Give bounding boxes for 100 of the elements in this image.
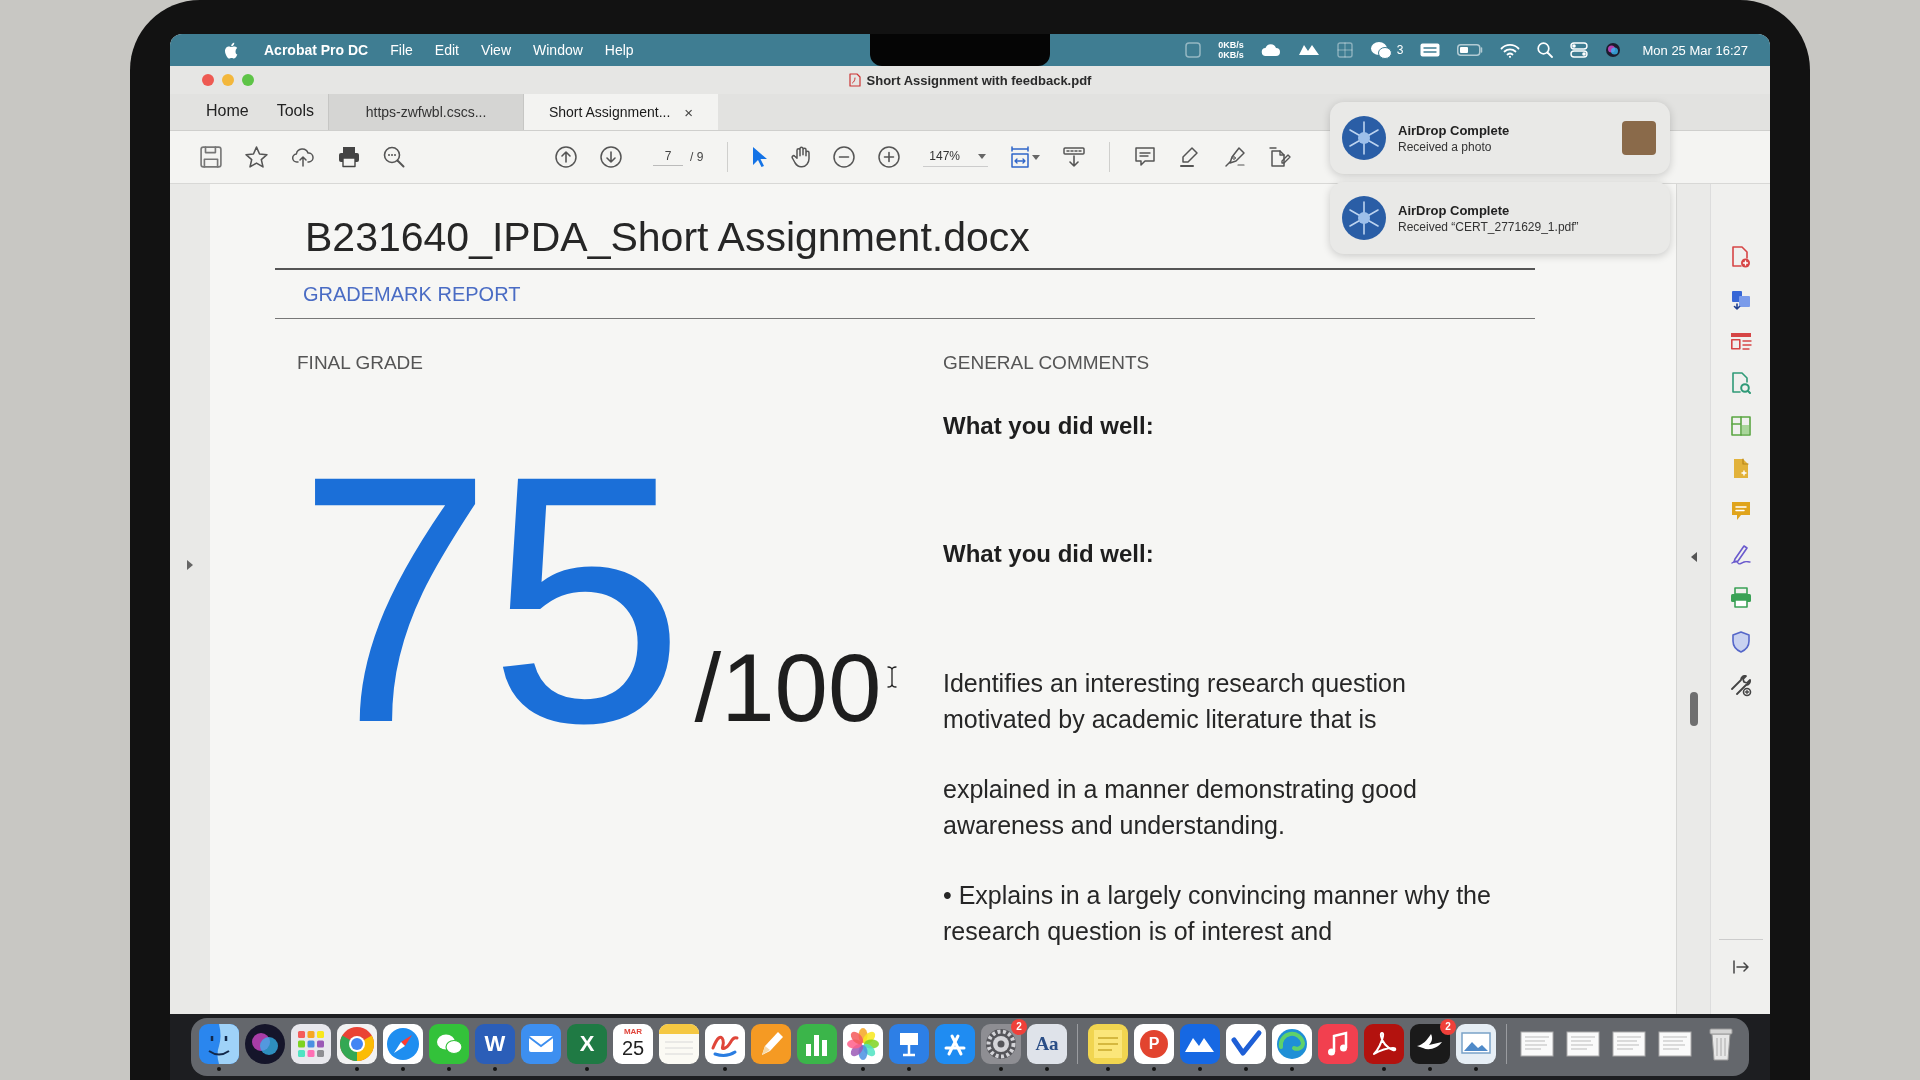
bar-chart-icon[interactable] (797, 1024, 837, 1064)
checkmark-icon[interactable] (1226, 1024, 1266, 1064)
comment-paragraph: explained in a manner demonstrating good awareness and understanding. (943, 774, 1417, 841)
comment-paragraph: Identifies an interesting research question motivated by academic literature that is (943, 668, 1406, 735)
gear-icon[interactable] (981, 1024, 1021, 1064)
siri-orb-icon[interactable] (1605, 42, 1622, 58)
apple-icon[interactable] (224, 41, 238, 59)
printer-icon[interactable] (338, 146, 360, 168)
notepad-icon[interactable] (659, 1024, 699, 1064)
zoom-in-icon[interactable] (878, 146, 901, 168)
magnifier-icon[interactable] (383, 146, 405, 168)
chat-bubbles-icon[interactable] (429, 1024, 469, 1064)
letter-w-tile-icon[interactable]: W (475, 1024, 515, 1064)
page-number-field[interactable]: 7 (653, 148, 683, 166)
zoom-dropdown[interactable]: 147% (923, 147, 989, 167)
comment-paragraph: • Explains in a largely convincing manner why the research question is of interest and (943, 880, 1491, 947)
swirl-icon[interactable] (1272, 1024, 1312, 1064)
bird-icon[interactable] (1410, 1024, 1450, 1064)
section-label: FINAL GRADE (297, 351, 423, 375)
shield-icon[interactable] (1731, 631, 1750, 653)
round-letter-icon[interactable]: P (1134, 1024, 1174, 1064)
document-title: B231640_IPDA_Short Assignment.docx (305, 213, 1030, 262)
page-down-icon[interactable] (600, 146, 622, 168)
grade-total: /100 (694, 634, 882, 741)
music-note-icon[interactable] (1318, 1024, 1358, 1064)
battery-icon[interactable] (1457, 44, 1484, 56)
zoom-out-icon[interactable] (833, 146, 856, 168)
grade-score: 75 (297, 423, 681, 775)
clock-text[interactable]: Mon 25 Mar 16:27 (1642, 42, 1748, 58)
notification-card[interactable]: AirDrop Complete Received “CERT_2771629_1.pdf” (1330, 182, 1670, 254)
menu-item[interactable]: View (480, 42, 511, 58)
curled-symbol-icon[interactable] (1364, 1024, 1404, 1064)
pen-nib-icon[interactable] (1224, 146, 1247, 168)
envelope-icon[interactable] (521, 1024, 561, 1064)
network-speed-text: 0KB/s (1218, 40, 1244, 50)
nav-tab[interactable]: Tools (262, 94, 329, 130)
pencil-icon[interactable] (751, 1024, 791, 1064)
comment-icon[interactable] (1134, 147, 1157, 167)
cloud-upload-icon[interactable] (291, 147, 315, 167)
keyboard-icon[interactable] (1420, 43, 1441, 57)
document-tab[interactable]: Short Assignment... × (523, 94, 719, 130)
squiggle-icon[interactable] (705, 1024, 745, 1064)
expand-arrow-icon[interactable] (187, 560, 193, 570)
page-up-icon[interactable] (555, 146, 577, 168)
save-icon[interactable] (200, 146, 222, 168)
nav-tab[interactable]: Home (192, 94, 263, 130)
mountains-icon[interactable] (1297, 44, 1320, 56)
file-plus-icon[interactable] (1730, 246, 1751, 268)
menu-item[interactable]: Help (604, 42, 634, 58)
collapse-arrow-icon[interactable] (1690, 552, 1697, 562)
caret-icon[interactable] (978, 153, 987, 159)
airdrop-icon (1342, 116, 1386, 160)
text-cursor-icon (887, 666, 898, 688)
compass-icon[interactable] (383, 1024, 423, 1064)
caret-icon[interactable] (1032, 154, 1041, 160)
star-icon[interactable] (245, 146, 268, 168)
file-search-icon[interactable] (1730, 372, 1751, 394)
tricolor-wheel-icon[interactable] (337, 1024, 377, 1064)
file-convert-icon[interactable] (1730, 290, 1751, 310)
notification-badge: 2 (1011, 1019, 1027, 1035)
pdf-file-icon (848, 73, 861, 87)
hand-tool-icon[interactable] (791, 146, 811, 168)
app-grid-icon[interactable] (291, 1024, 331, 1064)
notification-text: Received a photo (1398, 139, 1492, 154)
document-pen-icon[interactable] (1269, 146, 1292, 168)
chat-bubbles-icon[interactable] (1369, 41, 1392, 59)
network-speed-text: 0KB/s (1218, 50, 1244, 60)
picture-frame-icon[interactable] (1456, 1024, 1496, 1064)
signature-pen-icon[interactable] (1730, 543, 1751, 565)
menu-item[interactable]: Window (533, 42, 583, 58)
scroll-mode-icon[interactable] (1063, 147, 1086, 167)
scrollbar-thumb[interactable] (1689, 692, 1698, 726)
control-center-icon[interactable] (1570, 42, 1589, 58)
menu-item[interactable]: Edit (434, 42, 459, 58)
panel-expand-icon[interactable] (1732, 960, 1749, 974)
flower-icon[interactable] (843, 1024, 883, 1064)
close-window-button[interactable] (202, 74, 214, 86)
app-menu[interactable]: Acrobat Pro DC (264, 42, 369, 58)
menu-item[interactable]: File (390, 42, 413, 58)
notification-card[interactable]: AirDrop Complete Received a photo (1330, 102, 1670, 174)
calendar-icon[interactable]: MAR 25 (613, 1024, 653, 1064)
mountain-peaks-icon[interactable] (1180, 1024, 1220, 1064)
letter-x-tile-icon[interactable]: X (567, 1024, 607, 1064)
printer-scan-icon[interactable] (1729, 587, 1752, 609)
pointer-tool-icon[interactable] (752, 146, 769, 168)
sticky-note-icon[interactable] (1088, 1024, 1128, 1064)
app-store-icon[interactable] (935, 1024, 975, 1064)
document-tab[interactable]: https-zwfwbl.cscs... (328, 94, 524, 130)
wifi-icon[interactable] (1500, 42, 1521, 58)
search-icon[interactable] (1537, 42, 1554, 58)
smiling-face-icon[interactable] (199, 1024, 239, 1064)
letters-tile-icon[interactable]: Aa (1027, 1024, 1067, 1064)
podium-icon[interactable] (889, 1024, 929, 1064)
report-heading: GRADEMARK REPORT (303, 282, 521, 306)
wrench-plus-icon[interactable] (1729, 675, 1752, 697)
glowing-orb-icon[interactable] (245, 1024, 285, 1064)
close-tab-button[interactable]: × (684, 103, 694, 121)
cloud-icon[interactable] (1260, 43, 1281, 57)
fit-page-icon[interactable] (1011, 146, 1030, 168)
layout-icon[interactable] (1729, 332, 1752, 350)
